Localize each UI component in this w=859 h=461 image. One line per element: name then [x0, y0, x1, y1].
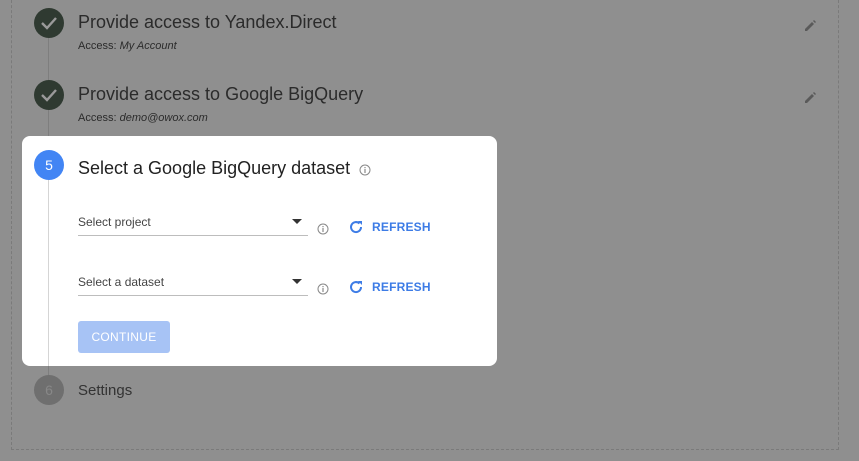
project-select-value: Select project	[78, 215, 151, 229]
check-icon	[34, 80, 64, 110]
access-label: Access:	[78, 40, 117, 52]
step-title: Provide access to Yandex.Direct	[78, 12, 337, 32]
step-access: Access: demo@owox.com	[78, 112, 208, 124]
step-title: Select a Google BigQuery dataset	[78, 158, 351, 178]
card-step-line	[48, 166, 49, 366]
refresh-icon	[350, 281, 363, 294]
active-step-card: 5 Select a Google BigQuery dataset Selec…	[22, 136, 497, 366]
access-label: Access:	[78, 112, 117, 124]
info-icon[interactable]	[317, 222, 329, 235]
chevron-down-icon	[292, 219, 302, 224]
info-icon[interactable]	[359, 163, 371, 176]
step-number-badge: 6	[34, 375, 64, 405]
step-number-badge: 5	[34, 150, 64, 180]
refresh-label: REFRESH	[372, 220, 431, 234]
access-value: demo@owox.com	[119, 112, 208, 124]
refresh-icon	[350, 221, 363, 234]
chevron-down-icon	[292, 279, 302, 284]
dataset-select[interactable]: Select a dataset	[78, 273, 308, 296]
info-icon[interactable]	[317, 282, 329, 295]
refresh-projects-button[interactable]: REFRESH	[348, 218, 431, 236]
step-title: Settings	[78, 382, 133, 399]
edit-pencil-icon[interactable]	[803, 91, 817, 105]
continue-button[interactable]: CONTINUE	[78, 321, 170, 353]
access-value: My Account	[119, 40, 177, 52]
step-title: Provide access to Google BigQuery	[78, 84, 364, 104]
edit-pencil-icon[interactable]	[803, 19, 817, 33]
refresh-label: REFRESH	[372, 280, 431, 294]
project-select[interactable]: Select project	[78, 213, 308, 236]
check-icon	[34, 8, 64, 38]
refresh-datasets-button[interactable]: REFRESH	[348, 278, 431, 296]
step-access: Access: My Account	[78, 40, 177, 52]
dataset-select-value: Select a dataset	[78, 275, 165, 289]
